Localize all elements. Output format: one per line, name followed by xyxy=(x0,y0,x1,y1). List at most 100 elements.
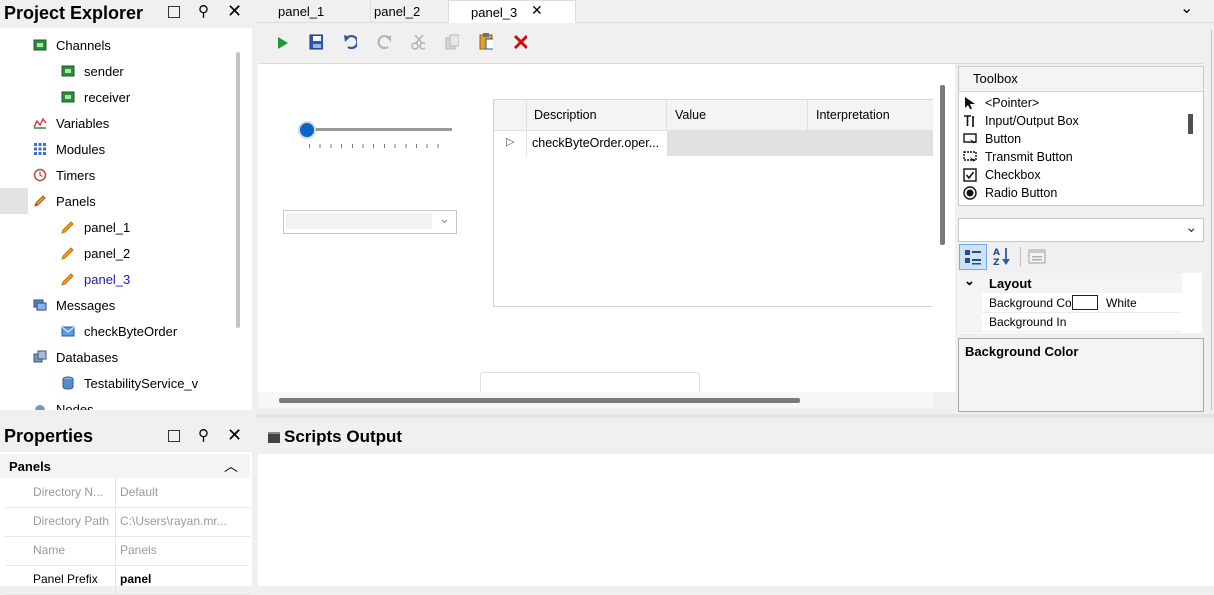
alphabetical-view-icon[interactable]: AZ xyxy=(992,246,1012,269)
tab-label: panel_2 xyxy=(374,3,421,19)
property-description-title: Background Color xyxy=(965,344,1079,359)
pin-icon[interactable]: ⚲ xyxy=(198,426,209,444)
cut-icon[interactable] xyxy=(411,34,425,50)
tree-item-channels[interactable]: Channels xyxy=(32,32,111,58)
column-divider[interactable] xyxy=(807,100,808,130)
tree-item-panel-1[interactable]: panel_1 xyxy=(60,214,130,240)
toolbox-item-button[interactable]: Button xyxy=(963,130,1021,148)
tree-item-nodes[interactable]: Nodes xyxy=(32,396,94,410)
toolbox-item-radio-button[interactable]: Radio Button xyxy=(963,184,1057,202)
chevron-down-icon[interactable]: ⌄ xyxy=(1185,218,1198,236)
tab-list-chevron-icon[interactable]: ⌄ xyxy=(1180,0,1193,18)
column-header-interpretation[interactable]: Interpretation xyxy=(816,108,890,122)
property-grid-row-gutter xyxy=(958,312,982,331)
maximize-icon[interactable] xyxy=(168,430,180,442)
explorer-scrollbar-thumb[interactable] xyxy=(236,52,240,328)
expand-row-icon[interactable]: ▷ xyxy=(506,135,514,148)
tree-item-label: Modules xyxy=(56,141,106,157)
tree-item-sender[interactable]: sender xyxy=(60,58,124,84)
toolbox-scrollbar[interactable] xyxy=(1183,93,1203,203)
canvas-vertical-scrollbar[interactable] xyxy=(933,64,955,392)
tab-panel-3[interactable]: panel_3 ✕ xyxy=(448,0,576,23)
toolbox-item-pointer[interactable]: <Pointer> xyxy=(963,94,1039,112)
canvas-vertical-scrollbar-thumb[interactable] xyxy=(940,85,945,245)
redo-icon[interactable] xyxy=(377,35,391,50)
toolbox-list[interactable]: <Pointer> Input/Output Box Button Transm… xyxy=(959,93,1203,205)
undo-icon[interactable] xyxy=(343,35,357,50)
object-selector[interactable]: ⌄ xyxy=(958,218,1204,242)
chevron-up-icon[interactable]: ︿ xyxy=(224,456,238,476)
property-grid-row[interactable]: Background Co White xyxy=(958,293,1182,313)
close-tab-icon[interactable]: ✕ xyxy=(531,2,543,19)
property-pages-icon[interactable] xyxy=(1028,248,1046,267)
property-value: C:\Users\rayan.mr... xyxy=(120,514,227,528)
properties-section-header[interactable]: Panels ︿ xyxy=(0,454,250,478)
maximize-icon[interactable] xyxy=(168,6,180,18)
column-header-value[interactable]: Value xyxy=(675,108,706,122)
categorized-view-icon[interactable] xyxy=(959,244,987,270)
close-icon[interactable]: ✕ xyxy=(227,1,242,22)
cell-description[interactable]: checkByteOrder.oper... xyxy=(526,130,668,156)
pencil-icon xyxy=(60,245,76,261)
slider-widget[interactable] xyxy=(296,120,456,156)
property-row[interactable]: Directory N... Default xyxy=(5,478,250,508)
tree-item-timers[interactable]: Timers xyxy=(32,162,95,188)
svg-text:Z: Z xyxy=(993,258,1000,266)
toolbox-item-checkbox[interactable]: Checkbox xyxy=(963,166,1041,184)
run-icon[interactable] xyxy=(276,36,290,50)
tree-item-label: TestabilityService_v xyxy=(84,375,199,391)
property-grid-category[interactable]: ⌄ Layout xyxy=(958,273,1182,293)
tree-item-variables[interactable]: Variables xyxy=(32,110,109,136)
combo-box-widget[interactable]: ⌄ xyxy=(283,210,457,234)
property-row[interactable]: Directory Path C:\Users\rayan.mr... xyxy=(5,507,250,537)
toolbar-separator xyxy=(1020,247,1021,267)
tree-item-modules[interactable]: Modules xyxy=(32,136,105,162)
property-grid-row[interactable]: Background In xyxy=(958,312,1182,332)
modules-icon xyxy=(32,141,48,157)
tree-item-checkbyteorder[interactable]: checkByteOrder xyxy=(60,318,177,344)
canvas-horizontal-scrollbar-thumb[interactable] xyxy=(279,398,800,403)
table-row[interactable]: ▷ checkByteOrder.oper... xyxy=(494,130,933,156)
tree-item-databases[interactable]: Databases xyxy=(32,344,118,370)
toolbox-item-transmit-button[interactable]: Transmit Button xyxy=(963,148,1073,166)
explorer-scrollbar[interactable] xyxy=(229,28,250,408)
column-header-description[interactable]: Description xyxy=(534,108,597,122)
property-grid-value[interactable]: White xyxy=(1106,296,1137,310)
tree-item-label: Channels xyxy=(56,37,111,53)
slider-ticks xyxy=(309,144,445,148)
toolbox-title: Toolbox xyxy=(973,71,1018,86)
tree-item-receiver[interactable]: receiver xyxy=(60,84,130,110)
signal-table[interactable]: Description Value Interpretation ▷ check… xyxy=(493,99,933,307)
database-icon xyxy=(60,375,76,391)
paste-icon[interactable] xyxy=(479,33,493,50)
design-canvas[interactable]: ⌄ Description Value Interpretation ▷ che… xyxy=(258,64,933,392)
property-row[interactable]: Name Panels xyxy=(5,536,250,566)
chevron-down-icon[interactable]: ⌄ xyxy=(439,211,450,227)
tab-label: panel_1 xyxy=(278,3,325,19)
splitter[interactable] xyxy=(256,414,1214,418)
pin-icon[interactable]: ⚲ xyxy=(198,2,209,20)
tree-item-panel-2[interactable]: panel_2 xyxy=(60,240,130,266)
column-divider[interactable] xyxy=(666,100,667,130)
color-swatch[interactable] xyxy=(1072,295,1098,310)
partial-widget[interactable] xyxy=(480,372,700,392)
copy-icon[interactable] xyxy=(445,34,459,50)
close-icon[interactable]: ✕ xyxy=(227,425,242,446)
slider-thumb[interactable] xyxy=(298,121,316,139)
collapse-chevron-icon[interactable]: ⌄ xyxy=(964,273,975,289)
tree-item-panels[interactable]: Panels xyxy=(32,188,96,214)
tree-item-testabilityservice[interactable]: TestabilityService_v xyxy=(60,370,198,396)
property-row[interactable]: Panel Prefix panel xyxy=(5,565,250,595)
toolbox-scrollbar-thumb[interactable] xyxy=(1188,114,1193,134)
save-icon[interactable] xyxy=(309,34,323,50)
tab-panel-2[interactable]: panel_2 xyxy=(352,0,463,22)
canvas-horizontal-scrollbar[interactable] xyxy=(258,392,933,408)
cell-value-interpretation[interactable] xyxy=(667,130,933,156)
tree-item-messages[interactable]: Messages xyxy=(32,292,115,318)
delete-icon[interactable] xyxy=(513,34,527,50)
toolbox-item-input-output-box[interactable]: Input/Output Box xyxy=(963,112,1079,130)
property-grid[interactable]: ⌄ Layout Background Co White Background … xyxy=(958,273,1182,333)
pointer-icon xyxy=(963,96,977,110)
tree-item-label: panel_3 xyxy=(84,271,131,287)
tree-item-panel-3[interactable]: panel_3 xyxy=(60,266,130,292)
